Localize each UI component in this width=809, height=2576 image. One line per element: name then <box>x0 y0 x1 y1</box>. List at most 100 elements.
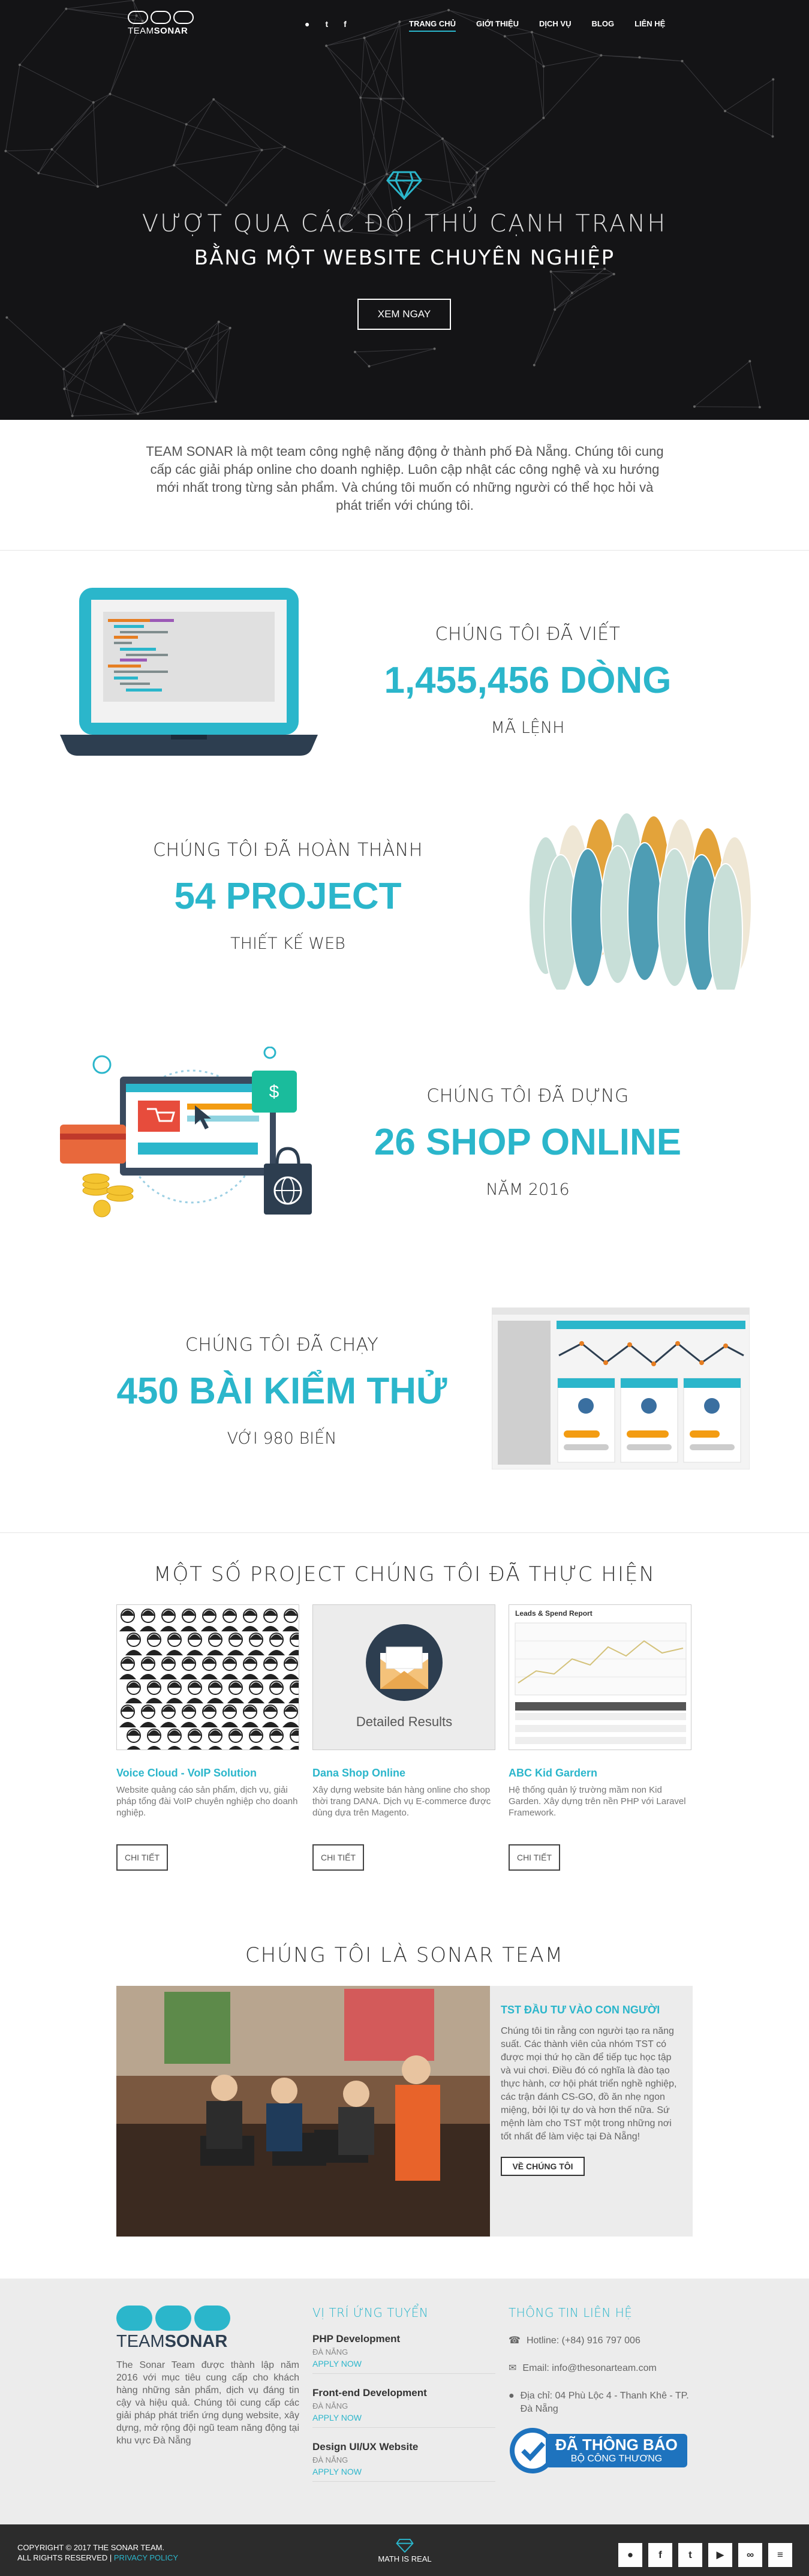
team-block: TST ĐẦU TƯ VÀO CON NGƯỜI Chúng tôi tin r… <box>116 1986 693 2237</box>
stat-value: 26 SHOP ONLINE <box>374 1122 682 1163</box>
stat-label-top: CHÚNG TÔI ĐÃ HOÀN THÀNH <box>153 840 423 861</box>
stat-label-top: CHÚNG TÔI ĐÃ VIẾT <box>435 624 621 645</box>
link-icon[interactable]: ∞ <box>738 2543 762 2567</box>
stat-value: 54 PROJECT <box>174 876 402 917</box>
job-location: ĐÀ NẴNG <box>312 2455 348 2464</box>
team-heading: TST ĐẦU TƯ VÀO CON NGƯỜI <box>501 2004 660 2016</box>
privacy-policy-link[interactable]: PRIVACY POLICY <box>114 2553 178 2562</box>
divider <box>0 1532 809 1533</box>
main-menu: TRANG CHỦ GIỚI THIỆU DỊCH VỤ BLOG LIÊN H… <box>409 19 685 32</box>
phone-icon: ☎ <box>509 2335 521 2346</box>
address-text: Địa chỉ: 04 Phù Lộc 4 - Thanh Khê - TP. … <box>520 2391 689 2414</box>
logo-text-team: TEAM <box>128 26 154 36</box>
stat-label-bottom: THIẾT KẾ WEB <box>230 934 345 953</box>
people-avatars-graphic <box>119 1609 299 1750</box>
top-navbar: TEAMSONAR ● t f TRANG CHỦ GIỚI THIỆU DỊC… <box>0 0 809 48</box>
job-location: ĐÀ NẴNG <box>312 2347 348 2356</box>
menu-item-lien-he[interactable]: LIÊN HỆ <box>634 19 665 32</box>
footer-logo-sonar: SONAR <box>164 2332 228 2351</box>
apply-now-link[interactable]: APPLY NOW <box>312 2467 495 2476</box>
stat-shops: CHÚNG TÔI ĐÃ DỰNG 26 SHOP ONLINE NĂM 201… <box>336 1086 720 1199</box>
dashboard-illustration <box>492 1307 750 1469</box>
envelope-results-graphic: Detailed Results <box>356 1624 452 1729</box>
surfboards-illustration <box>528 812 752 990</box>
stat-tests: CHÚNG TÔI ĐÃ CHẠY 450 BÀI KIỂM THỬ VỚI 9… <box>84 1334 480 1448</box>
project-detail-button[interactable]: CHI TIẾT <box>509 1844 560 1871</box>
stat-projects: CHÚNG TÔI ĐÃ HOÀN THÀNH 54 PROJECT THIẾT… <box>120 840 456 953</box>
github-icon[interactable]: ● <box>618 2543 642 2567</box>
job-item: PHP Development ĐÀ NẴNG APPLY NOW <box>312 2333 495 2374</box>
footer-jobs: VỊ TRÍ ỨNG TUYỂN PHP Development ĐÀ NẴNG… <box>312 2306 495 2482</box>
project-description: Website quảng cáo sản phẩm, dịch vụ, giả… <box>116 1785 298 1818</box>
header-social: ● t f <box>305 19 347 29</box>
stat-lines-of-code: CHÚNG TÔI ĐÃ VIẾT 1,455,456 DÒNG MÃ LỆNH <box>336 624 720 737</box>
twitter-icon[interactable]: t <box>678 2543 702 2567</box>
hotline-text[interactable]: Hotline: (+84) 916 797 006 <box>527 2334 640 2347</box>
footer-about-text: The Sonar Team được thành lập năm 2016 v… <box>116 2360 299 2446</box>
stat-label-bottom: MÃ LỆNH <box>491 719 565 737</box>
motto-text: MATH IS REAL <box>378 2554 432 2563</box>
stat-label-top: CHÚNG TÔI ĐÃ DỰNG <box>426 1086 629 1107</box>
project-title[interactable]: Voice Cloud - VoIP Solution <box>116 1767 299 1780</box>
hotline: ☎ Hotline: (+84) 916 797 006 <box>509 2334 691 2347</box>
hero-title-line2: BẰNG MỘT WEBSITE CHUYÊN NGHIỆP <box>194 246 615 270</box>
stat-value: 1,455,456 DÒNG <box>384 660 672 701</box>
menu-item-trang-chu[interactable]: TRANG CHỦ <box>409 19 456 32</box>
hero-section: TEAMSONAR ● t f TRANG CHỦ GIỚI THIỆU DỊC… <box>0 0 809 420</box>
copyright-line2: ALL RIGHTS RESERVED <box>17 2553 108 2562</box>
xem-ngay-button[interactable]: XEM NGAY <box>357 299 451 330</box>
divider <box>0 550 809 551</box>
team-text: TST ĐẦU TƯ VÀO CON NGƯỜI Chúng tôi tin r… <box>501 2004 681 2176</box>
stat-value: 450 BÀI KIỂM THỬ <box>116 1370 447 1412</box>
apply-now-link[interactable]: APPLY NOW <box>312 2359 495 2368</box>
menu-item-gioi-thieu[interactable]: GIỚI THIỆU <box>476 19 519 32</box>
diamond-icon <box>386 171 422 200</box>
footer-contact: THÔNG TIN LIÊN HỆ ☎ Hotline: (+84) 916 79… <box>509 2306 691 2475</box>
project-detail-button[interactable]: CHI TIẾT <box>116 1844 168 1871</box>
projects-section-title: MỘT SỐ PROJECT CHÚNG TÔI ĐÃ THỰC HIỆN <box>154 1562 655 1586</box>
facebook-icon[interactable]: f <box>344 19 347 29</box>
hero-title-line1: VƯỢT QUA CÁC ĐỐI THỦ CẠNH TRANH <box>142 210 667 238</box>
project-card-dana-shop: Detailed Results Dana Shop Online Xây dự… <box>312 1604 495 1871</box>
logo-text-sonar: SONAR <box>154 26 188 36</box>
apply-now-link[interactable]: APPLY NOW <box>312 2413 495 2422</box>
project-image[interactable]: Detailed Results <box>312 1604 495 1750</box>
menu-item-dich-vu[interactable]: DỊCH VỤ <box>539 19 571 32</box>
online-shop-illustration: $ <box>60 1047 312 1218</box>
footer-logo[interactable]: TEAMSONAR <box>116 2306 236 2352</box>
about-us-button[interactable]: VỀ CHÚNG TÔI <box>501 2157 585 2176</box>
logo-text: TEAMSONAR <box>128 26 200 36</box>
contact-heading: THÔNG TIN LIÊN HỆ <box>509 2306 633 2320</box>
job-title[interactable]: Design UI/UX Website <box>312 2441 495 2453</box>
bo-cong-thuong-badge[interactable]: ĐÃ THÔNG BÁO BỘ CÔNG THƯƠNG <box>509 2427 691 2475</box>
github-icon[interactable]: ● <box>305 19 309 29</box>
copyright: COPYRIGHT © 2017 THE SONAR TEAM. ALL RIG… <box>17 2543 179 2562</box>
project-title[interactable]: ABC Kid Gardern <box>509 1767 691 1780</box>
rss-icon[interactable]: ≡ <box>768 2543 792 2567</box>
stat-label-bottom: NĂM 2016 <box>486 1180 570 1199</box>
project-image[interactable] <box>116 1604 299 1750</box>
job-title[interactable]: PHP Development <box>312 2333 495 2345</box>
project-detail-button[interactable]: CHI TIẾT <box>312 1844 364 1871</box>
laptop-code-illustration <box>60 588 318 756</box>
job-location: ĐÀ NẴNG <box>312 2401 348 2410</box>
project-image[interactable]: Leads & Spend Report <box>509 1604 691 1750</box>
svg-text:$: $ <box>269 1082 279 1102</box>
report-title: Leads & Spend Report <box>515 1609 593 1618</box>
project-title[interactable]: Dana Shop Online <box>312 1767 495 1780</box>
facebook-icon[interactable]: f <box>648 2543 672 2567</box>
twitter-icon[interactable]: t <box>325 19 328 29</box>
job-title[interactable]: Front-end Development <box>312 2387 495 2399</box>
footer-about: TEAMSONAR The Sonar Team được thành lập … <box>116 2306 299 2447</box>
badge-line2: BỘ CÔNG THƯƠNG <box>570 2454 663 2464</box>
menu-item-blog[interactable]: BLOG <box>592 19 615 32</box>
project-description: Xây dựng website bán hàng online cho sho… <box>312 1785 491 1818</box>
youtube-icon[interactable]: ▶ <box>708 2543 732 2567</box>
jobs-heading: VỊ TRÍ ỨNG TUYỂN <box>312 2306 429 2320</box>
stat-label-bottom: VỚI 980 BIẾN <box>227 1429 337 1448</box>
email-text[interactable]: Email: info@thesonarteam.com <box>522 2362 656 2375</box>
copyright-line1: COPYRIGHT © 2017 THE SONAR TEAM. <box>17 2543 165 2552</box>
envelope-icon: ✉ <box>509 2363 517 2373</box>
project-description: Hệ thống quản lý trường mầm non Kid Gard… <box>509 1785 686 1818</box>
site-logo[interactable]: TEAMSONAR <box>128 11 200 36</box>
